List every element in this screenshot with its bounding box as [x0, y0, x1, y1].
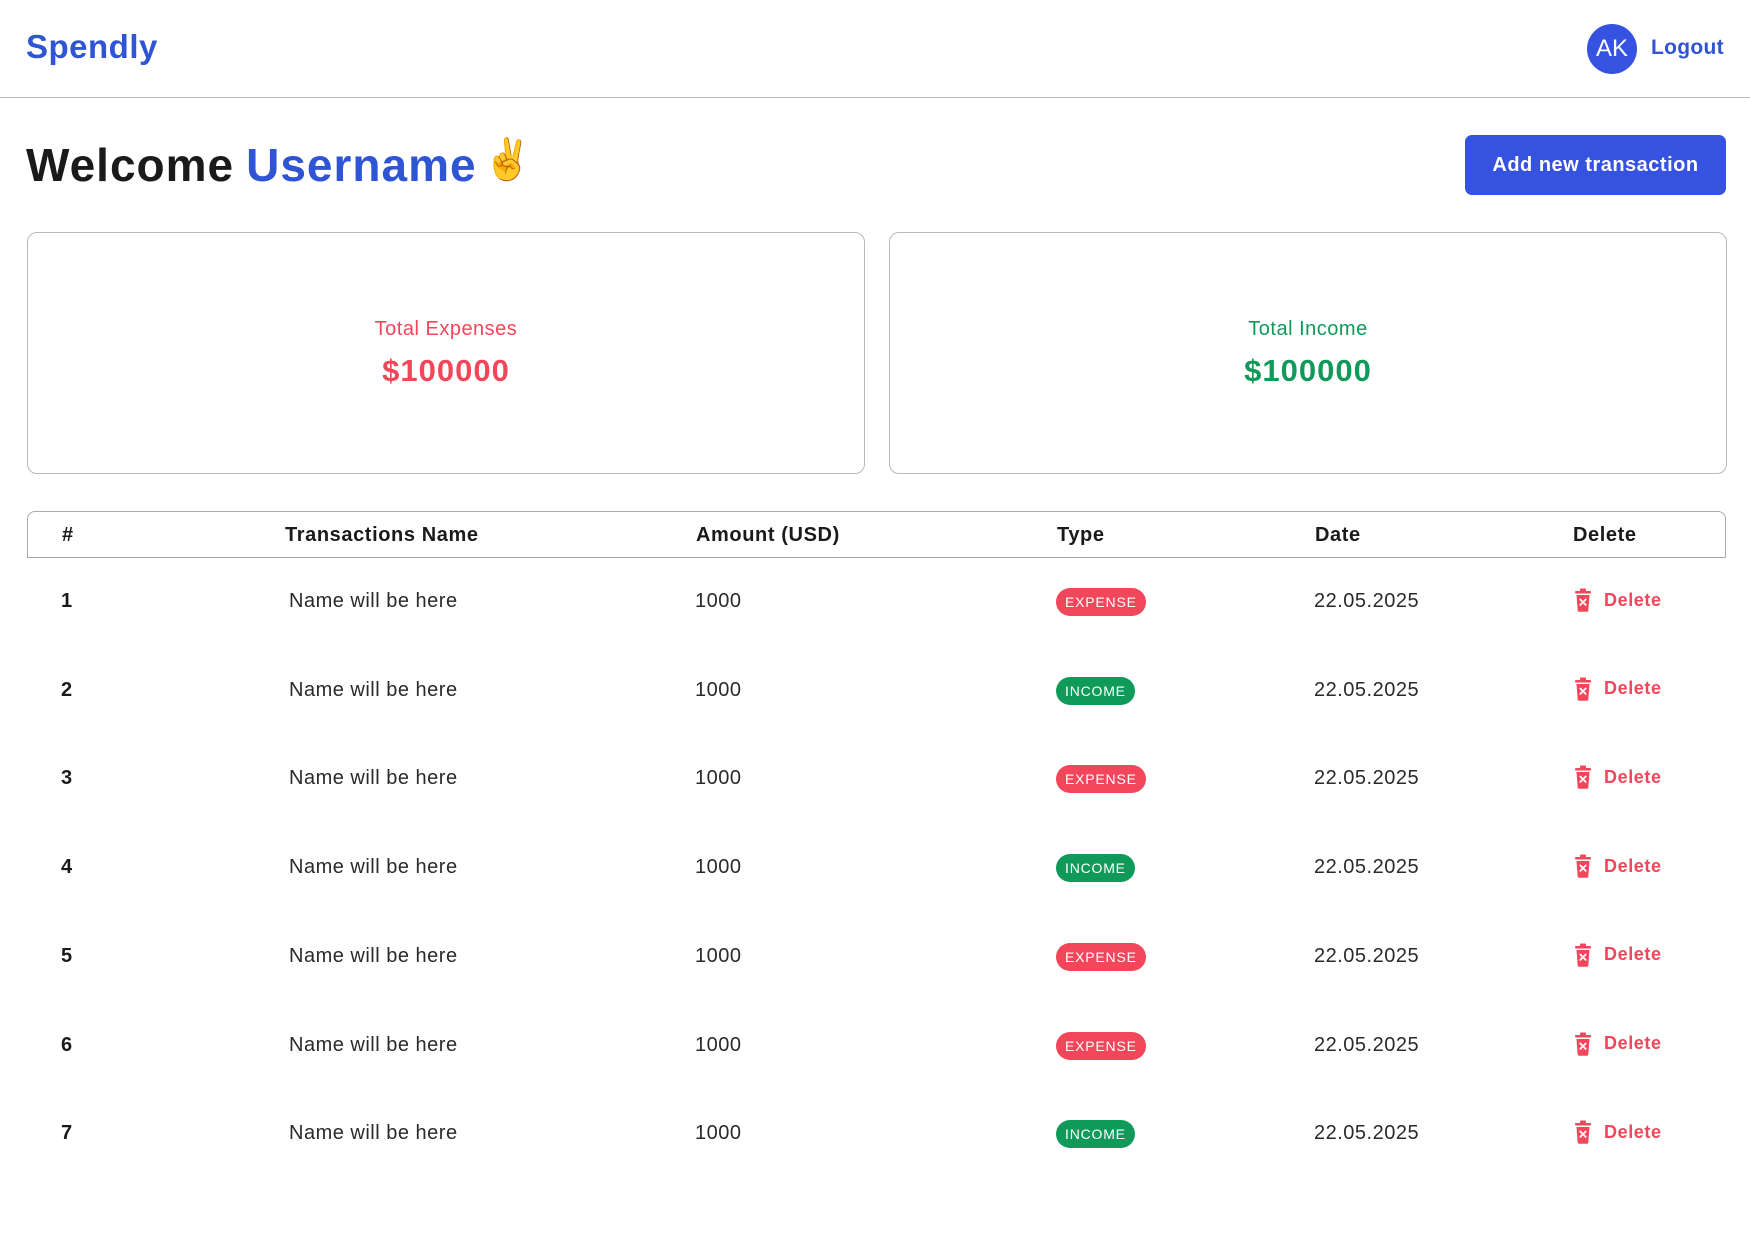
trash-icon [1572, 1120, 1594, 1144]
transaction-name: Name will be here [289, 590, 458, 612]
user-avatar[interactable]: AK [1587, 24, 1637, 74]
trash-icon [1572, 677, 1594, 701]
logout-link[interactable]: Logout [1651, 36, 1724, 60]
transaction-date: 22.05.2025 [1314, 590, 1420, 612]
brand-logo[interactable]: Spendly [26, 28, 158, 66]
transaction-amount: 1000 [695, 856, 742, 879]
transaction-name: Name will be here [289, 856, 458, 879]
delete-button[interactable]: Delete [1572, 677, 1662, 701]
total-expenses-value: $100000 [382, 353, 510, 388]
trash-icon [1572, 943, 1594, 967]
table-row: 7 Name will be here 1000 INCOME 22.05.2025 De… [27, 1104, 1726, 1164]
trash-icon [1572, 1032, 1594, 1056]
transaction-name: Name will be here [289, 678, 458, 701]
column-header-amount: Amount (USD) [696, 524, 840, 546]
row-number: 5 [61, 944, 73, 967]
row-number: 3 [61, 767, 73, 790]
transaction-date: 22.05.2025 [1314, 944, 1420, 967]
victory-hand-icon: ✌️ [482, 137, 534, 182]
transaction-amount: 1000 [695, 1122, 742, 1145]
delete-label: Delete [1604, 1033, 1662, 1053]
total-income-card: Total Income $100000 [889, 232, 1727, 474]
delete-label: Delete [1604, 944, 1662, 965]
transaction-date: 22.05.2025 [1314, 856, 1420, 879]
trash-icon [1572, 854, 1594, 878]
row-number: 1 [61, 590, 73, 612]
top-navbar: Spendly AK Logout [0, 0, 1750, 98]
transaction-amount: 1000 [695, 678, 742, 701]
total-income-label: Total Income [1248, 318, 1368, 340]
total-income-value: $100000 [1244, 353, 1372, 388]
type-badge: EXPENSE [1056, 1031, 1146, 1060]
transaction-amount: 1000 [695, 1033, 742, 1056]
transaction-amount: 1000 [695, 944, 742, 967]
type-badge: EXPENSE [1056, 588, 1146, 616]
type-badge: EXPENSE [1056, 942, 1146, 971]
row-number: 6 [61, 1033, 73, 1056]
total-expenses-card: Total Expenses $100000 [27, 232, 865, 474]
transaction-date: 22.05.2025 [1314, 678, 1420, 701]
delete-button[interactable]: Delete [1572, 588, 1662, 612]
transaction-amount: 1000 [695, 767, 742, 790]
delete-label: Delete [1604, 678, 1662, 699]
transaction-date: 22.05.2025 [1314, 767, 1420, 790]
table-row: 6 Name will be here 1000 EXPENSE 22.05.2025 D… [27, 1016, 1726, 1076]
delete-button[interactable]: Delete [1572, 765, 1662, 790]
welcome-username: Username [246, 139, 477, 191]
table-row: 1 Name will be here 1000 EXPENSE 22.05.2025 D… [27, 572, 1726, 632]
add-transaction-button[interactable]: Add new transaction [1465, 135, 1726, 195]
type-badge: INCOME [1056, 854, 1135, 883]
total-expenses-label: Total Expenses [374, 318, 518, 340]
table-row: 4 Name will be here 1000 INCOME 22.05.2025 De… [27, 838, 1726, 898]
type-badge: INCOME [1056, 676, 1135, 705]
page-title: Welcome Username ✌️ [26, 138, 533, 192]
column-header-number: # [62, 524, 74, 546]
transaction-date: 22.05.2025 [1314, 1033, 1420, 1056]
transaction-name: Name will be here [289, 767, 458, 790]
transaction-name: Name will be here [289, 1122, 458, 1145]
table-row: 3 Name will be here 1000 EXPENSE 22.05.2025 D… [27, 749, 1726, 809]
transaction-date: 22.05.2025 [1314, 1122, 1420, 1145]
delete-button[interactable]: Delete [1572, 854, 1662, 878]
delete-button[interactable]: Delete [1572, 1120, 1662, 1144]
table-row: 2 Name will be here 1000 INCOME 22.05.2025 De… [27, 661, 1726, 721]
column-header-type: Type [1057, 524, 1105, 546]
transaction-name: Name will be here [289, 944, 458, 967]
welcome-greeting: Welcome [26, 139, 235, 191]
row-number: 7 [61, 1122, 73, 1145]
transaction-amount: 1000 [695, 590, 742, 612]
trash-icon [1572, 765, 1594, 790]
delete-label: Delete [1604, 855, 1662, 876]
delete-label: Delete [1604, 589, 1662, 610]
table-row: 5 Name will be here 1000 EXPENSE 22.05.2025 D… [27, 927, 1726, 987]
row-number: 4 [61, 856, 73, 879]
transaction-name: Name will be here [289, 1033, 458, 1056]
row-number: 2 [61, 678, 73, 701]
table-header: # Transactions Name Amount (USD) Type Da… [27, 511, 1726, 558]
delete-label: Delete [1604, 1121, 1662, 1142]
delete-button[interactable]: Delete [1572, 943, 1662, 967]
column-header-name: Transactions Name [285, 524, 479, 546]
column-header-date: Date [1315, 524, 1361, 546]
trash-icon [1572, 588, 1594, 612]
type-badge: EXPENSE [1056, 765, 1146, 794]
delete-label: Delete [1604, 766, 1662, 787]
delete-button[interactable]: Delete [1572, 1032, 1662, 1056]
type-badge: INCOME [1056, 1120, 1135, 1149]
column-header-delete: Delete [1573, 524, 1637, 546]
